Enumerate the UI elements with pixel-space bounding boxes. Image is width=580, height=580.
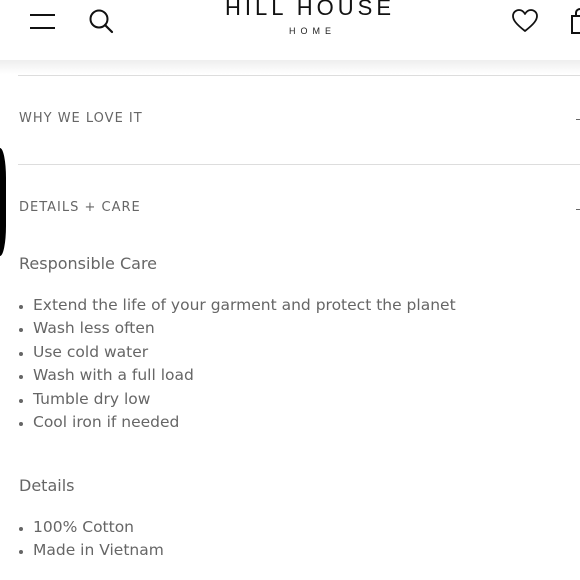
list-item: Wash with a full load [19,364,456,387]
list-item: 100% Cotton [19,516,164,539]
details-heading: Details [19,476,75,495]
list-item: Wash less often [19,317,456,340]
list-item: Tumble dry low [19,388,456,411]
accordion-details-care[interactable]: DETAILS + CARE [19,200,141,215]
brand-logo[interactable]: HILL HOUSE HOME [190,0,430,36]
list-item: Made in Vietnam [19,539,164,562]
heart-icon[interactable] [511,8,539,34]
list-item: Extend the life of your garment and prot… [19,294,456,317]
shopping-bag-icon[interactable] [570,7,580,35]
menu-icon[interactable] [29,9,57,33]
accordion-why-we-love-it[interactable]: WHY WE LOVE IT [19,111,143,126]
divider [18,164,580,165]
brand-subtitle: HOME [289,26,336,36]
care-heading: Responsible Care [19,254,158,273]
brand-name: HILL HOUSE [224,0,395,20]
minus-icon[interactable] [576,209,580,210]
product-image-edge [0,148,6,256]
header-shadow [0,60,580,74]
details-list: 100% Cotton Made in Vietnam [19,516,164,563]
divider [18,75,580,76]
product-details-page: HILL HOUSE HOME WHY WE LOVE IT DETAILS +… [0,0,580,580]
site-header: HILL HOUSE HOME [0,0,580,62]
care-list: Extend the life of your garment and prot… [19,294,456,434]
list-item: Cool iron if needed [19,411,456,434]
list-item: Use cold water [19,341,456,364]
minus-icon[interactable] [576,119,580,120]
search-icon[interactable] [88,8,114,34]
